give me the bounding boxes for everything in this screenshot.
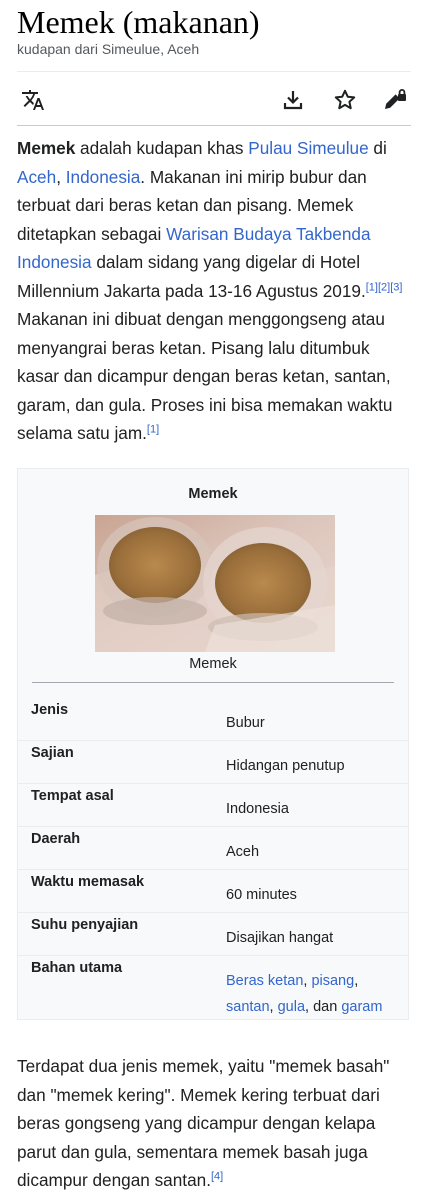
infobox-row: Sajian Hidangan penutup — [18, 740, 408, 783]
infobox-row: Jenis Bubur — [18, 698, 408, 740]
infobox-table: Jenis Bubur Sajian Hidangan penutup Temp… — [18, 698, 408, 1022]
infobox: Memek Memek Jenis Bubur Sajian Hidangan … — [17, 468, 409, 1020]
link-santan[interactable]: santan — [226, 999, 270, 1015]
download-icon — [283, 91, 303, 110]
infobox-row: Daerah Aceh — [18, 826, 408, 869]
infobox-caption: Memek — [189, 656, 237, 672]
divider — [17, 125, 411, 126]
infobox-value: Indonesia — [226, 801, 289, 817]
infobox-label: Bahan utama — [31, 960, 123, 976]
reference-link[interactable]: [3] — [390, 281, 402, 293]
infobox-label: Jenis — [31, 702, 69, 718]
infobox-row: Waktu memasak 60 minutes — [18, 869, 408, 912]
infobox-label: Daerah — [31, 831, 81, 847]
watch-star-button[interactable] — [331, 86, 359, 114]
reference-link[interactable]: [2] — [378, 281, 390, 293]
star-icon — [334, 89, 356, 110]
download-button[interactable] — [279, 86, 307, 114]
page-title: Memek (makanan) — [17, 4, 260, 40]
reference-link[interactable]: [4] — [211, 1170, 223, 1182]
infobox-value: Beras ketan, pisang, santan, gula, dan g… — [226, 973, 383, 1015]
page-subtitle: kudapan dari Simeulue, Aceh — [17, 41, 200, 57]
infobox-label: Tempat asal — [31, 788, 114, 804]
bold-term: Memek — [17, 138, 76, 158]
infobox-label: Waktu memasak — [31, 874, 145, 890]
infobox-title: Memek — [188, 486, 238, 502]
link-pulau-simeulue[interactable]: Pulau Simeulue — [248, 138, 368, 158]
divider — [17, 71, 411, 72]
infobox-row: Bahan utama Beras ketan, pisang, santan,… — [18, 955, 408, 1022]
link-pisang[interactable]: pisang — [311, 973, 354, 989]
page-actions-toolbar — [17, 82, 411, 118]
link-gula[interactable]: gula — [278, 999, 305, 1015]
reference-link[interactable]: [1] — [147, 423, 159, 435]
edit-button[interactable] — [381, 86, 409, 114]
infobox-image[interactable] — [95, 515, 335, 652]
infobox-value: Aceh — [226, 844, 260, 860]
infobox-row: Tempat asal Indonesia — [18, 783, 408, 826]
infobox-value: Hidangan penutup — [226, 758, 345, 774]
infobox-value: Disajikan hangat — [226, 930, 334, 946]
intro-paragraph: Memek adalah kudapan khas Pulau Simeulue… — [17, 138, 403, 443]
infobox-label: Suhu penyajian — [31, 917, 139, 933]
infobox-row: Suhu penyajian Disajikan hangat — [18, 912, 408, 955]
link-indonesia[interactable]: Indonesia — [66, 167, 141, 187]
language-button[interactable] — [19, 86, 47, 114]
body-paragraph: Terdapat dua jenis memek, yaitu "memek b… — [17, 1056, 390, 1190]
infobox-label: Sajian — [31, 745, 74, 761]
divider — [32, 682, 394, 683]
infobox-value: 60 minutes — [226, 887, 297, 903]
infobox-value: Bubur — [226, 715, 265, 731]
edit-locked-icon — [385, 89, 406, 109]
link-garam[interactable]: garam — [341, 999, 382, 1015]
link-beras-ketan[interactable]: Beras ketan — [226, 973, 303, 989]
reference-link[interactable]: [1] — [366, 281, 378, 293]
link-aceh[interactable]: Aceh — [17, 167, 56, 187]
translate-icon — [22, 90, 44, 110]
